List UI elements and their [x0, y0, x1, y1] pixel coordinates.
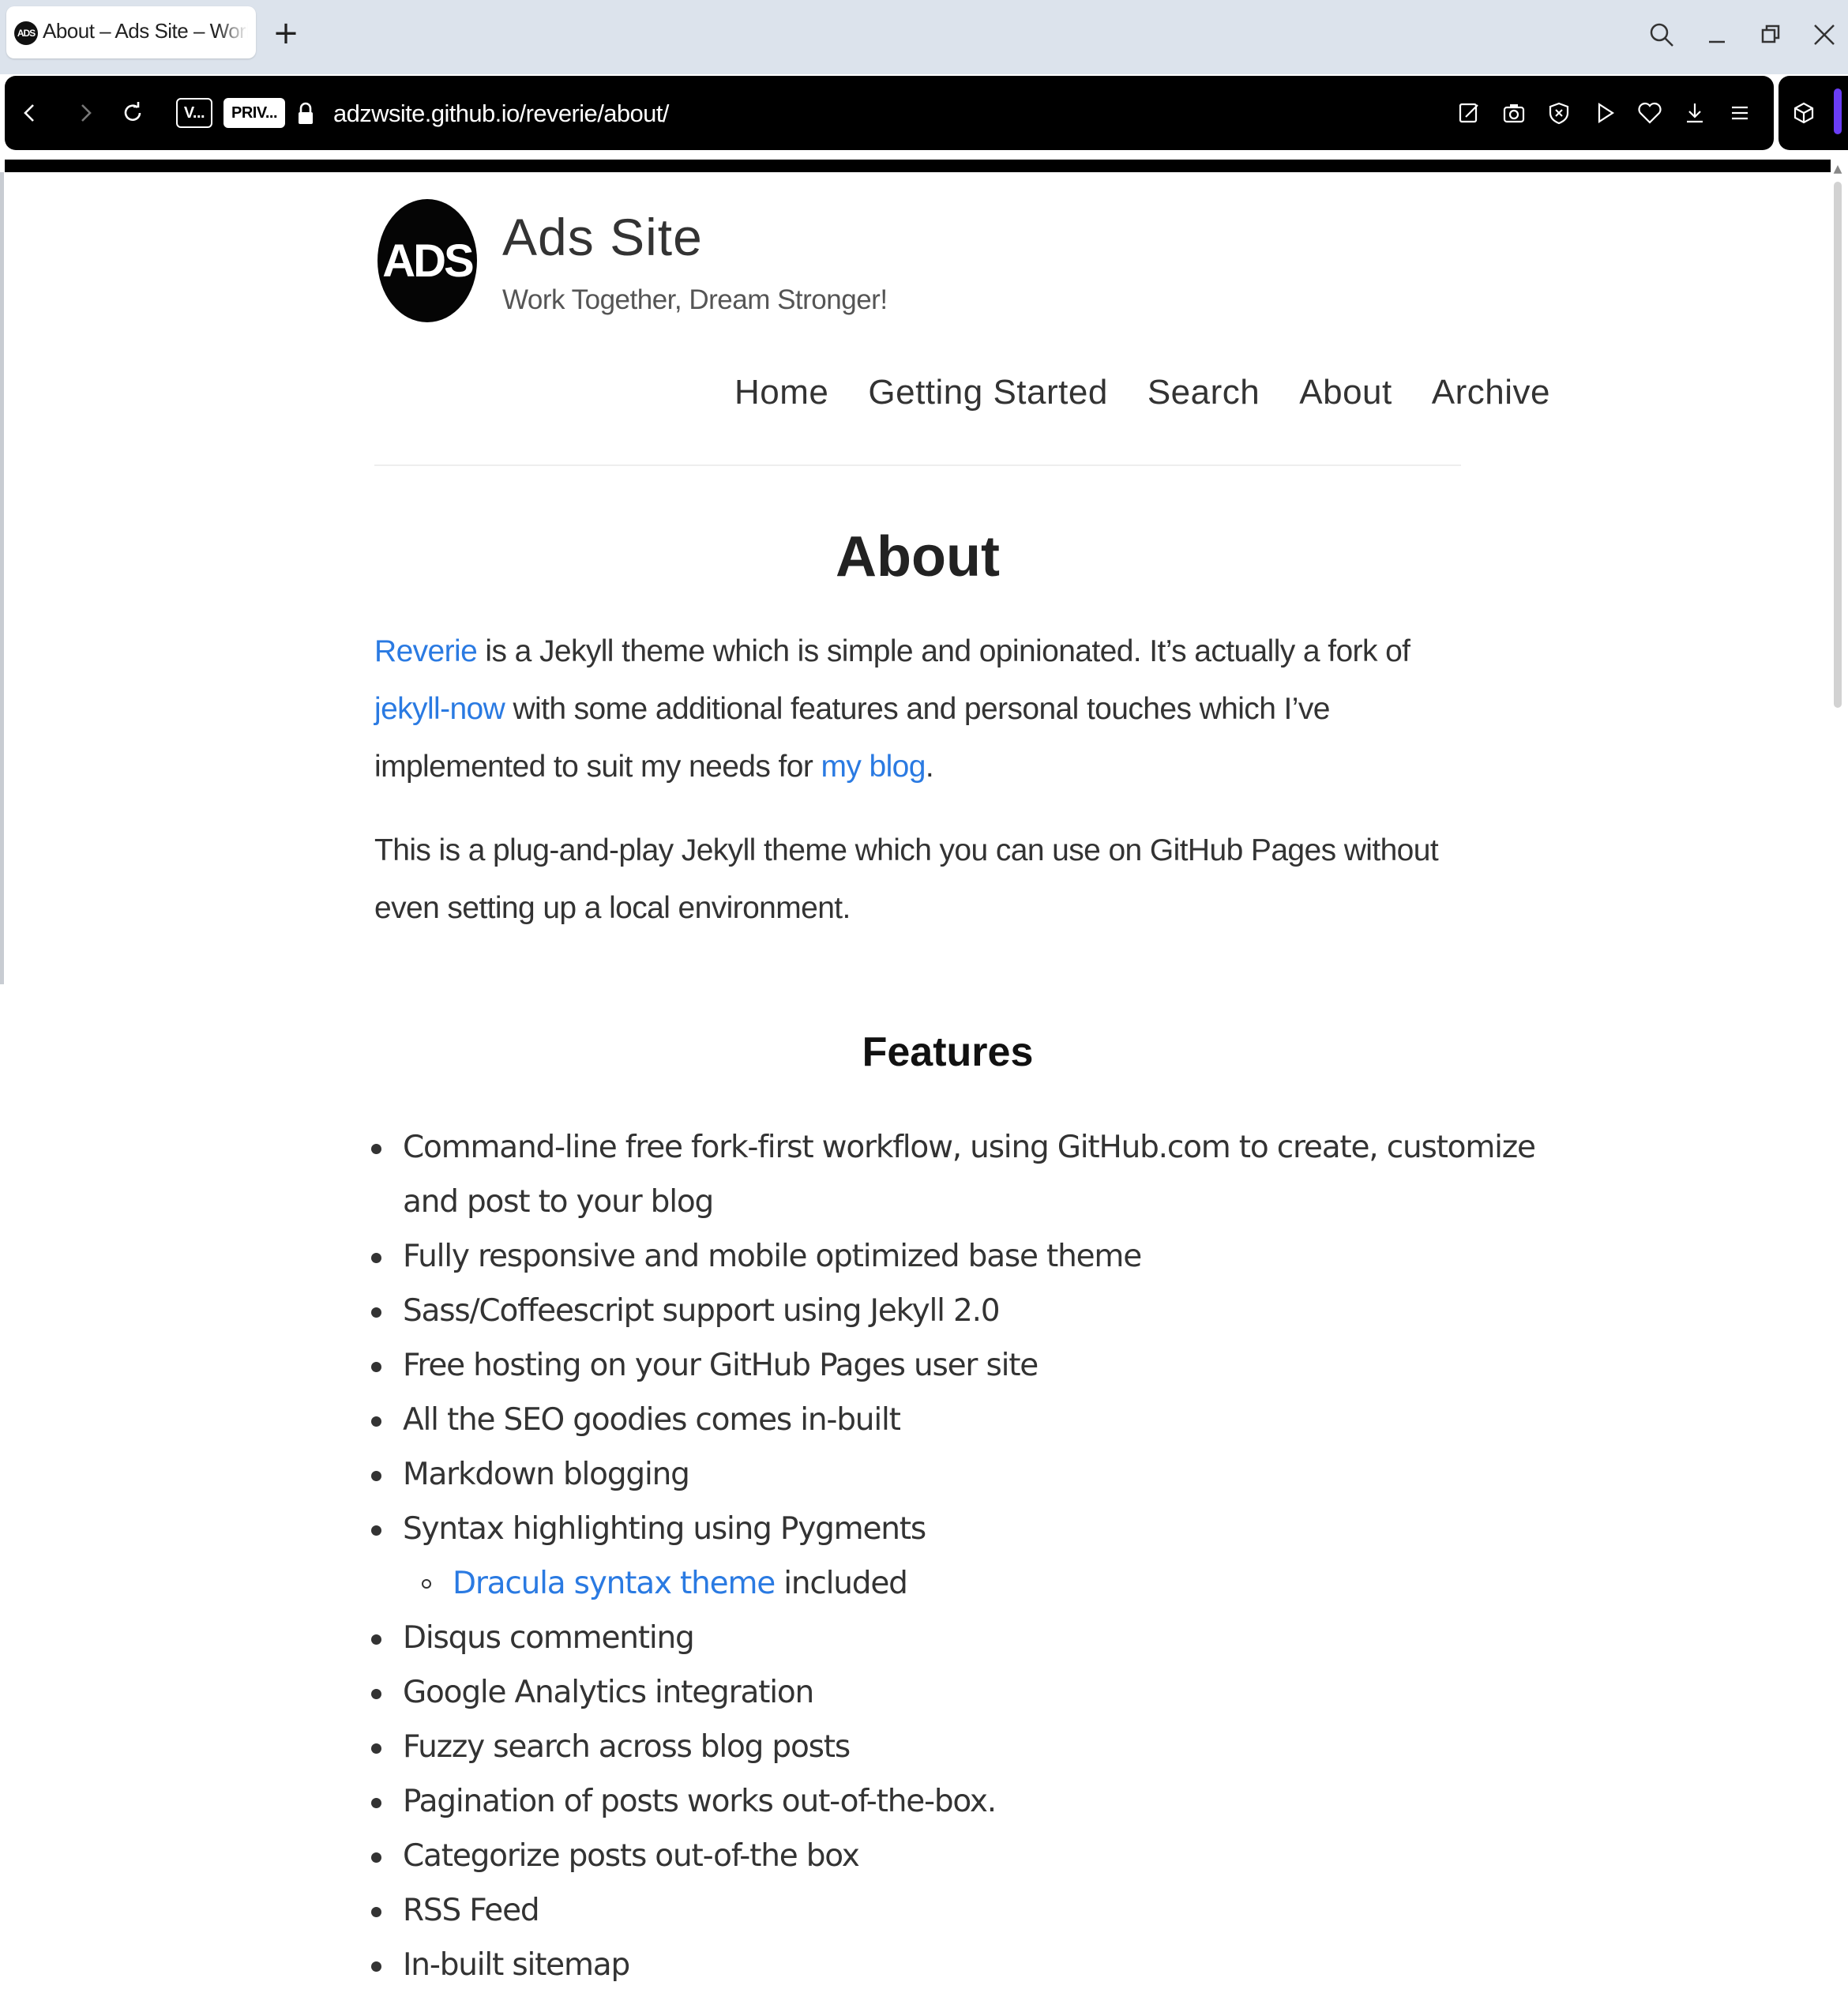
bullet-icon	[371, 1634, 381, 1645]
list-item: Free hosting on your GitHub Pages user s…	[371, 1338, 1572, 1393]
list-item: Fully responsive and mobile optimized ba…	[371, 1229, 1572, 1284]
plug-and-play-paragraph: This is a plug-and-play Jekyll theme whi…	[374, 833, 1439, 925]
feature-text: Free hosting on your GitHub Pages user s…	[403, 1348, 1039, 1383]
bullet-icon	[371, 1743, 381, 1754]
heart-icon[interactable]	[1628, 88, 1672, 137]
address-bar[interactable]: adzwsite.github.io/reverie/about/	[333, 98, 669, 130]
nav-link-archive[interactable]: Archive	[1432, 373, 1550, 425]
edit-icon[interactable]	[1447, 88, 1491, 137]
camera-icon[interactable]	[1492, 88, 1536, 137]
content-top-strip	[5, 160, 1831, 172]
back-icon[interactable]	[8, 88, 52, 137]
feature-text: Categorize posts out-of-the box	[403, 1838, 860, 1874]
list-item: RSS Feed	[371, 1883, 1572, 1938]
close-icon[interactable]	[1801, 11, 1848, 58]
nav-link-about[interactable]: About	[1299, 373, 1392, 425]
reload-icon[interactable]	[111, 88, 155, 137]
cube-icon[interactable]	[1782, 88, 1826, 137]
list-item: All the SEO goodies comes in-built	[371, 1393, 1572, 1447]
nav-link-search[interactable]: Search	[1147, 373, 1260, 425]
menu-icon[interactable]	[1718, 88, 1762, 137]
bullet-icon	[371, 1961, 381, 1972]
bullet-icon	[371, 1307, 381, 1318]
circle-bullet-icon	[422, 1579, 431, 1589]
list-item: Markdown blogging	[371, 1447, 1572, 1502]
dracula-theme-link[interactable]: Dracula syntax theme	[453, 1566, 776, 1601]
feature-text: Fully responsive and mobile optimized ba…	[403, 1239, 1142, 1274]
shield-icon[interactable]	[1537, 88, 1581, 137]
feature-text: In-built sitemap	[403, 1947, 630, 1983]
reverie-link[interactable]: Reverie	[374, 634, 478, 668]
bullet-icon	[371, 1362, 381, 1372]
list-item: Fuzzy search across blog posts	[371, 1720, 1572, 1774]
bullet-icon	[371, 1471, 381, 1481]
feature-text: Sass/Coffeescript support using Jekyll 2…	[403, 1293, 1001, 1329]
nav-link-getting-started[interactable]: Getting Started	[868, 373, 1107, 425]
main-nav: Home Getting Started Search About Archiv…	[734, 373, 1550, 425]
bullet-icon	[371, 1852, 381, 1863]
bullet-icon	[371, 1689, 381, 1699]
list-item: Google Analytics integration	[371, 1665, 1572, 1720]
features-list: Command-line free fork-first workflow, u…	[371, 1120, 1572, 1992]
list-item: Command-line free fork-first workflow, u…	[371, 1120, 1572, 1229]
bullet-icon	[371, 1907, 381, 1917]
forward-icon[interactable]	[63, 88, 107, 137]
tab-favicon: ADS	[14, 21, 38, 45]
bullet-icon	[371, 1416, 381, 1427]
my-blog-link[interactable]: my blog	[821, 750, 926, 784]
search-icon[interactable]	[1638, 11, 1685, 58]
feature-text: Markdown blogging	[403, 1457, 690, 1492]
features-heading: Features	[862, 1029, 1034, 1075]
download-icon[interactable]	[1673, 88, 1717, 137]
new-tab-button[interactable]: +	[270, 16, 302, 51]
bullet-icon	[371, 1798, 381, 1808]
scrollbar-thumb[interactable]	[1834, 182, 1842, 708]
feature-text: Command-line free fork-first workflow, u…	[403, 1130, 1536, 1220]
lock-icon[interactable]	[294, 98, 317, 130]
list-item: Pagination of posts works out-of-the-box…	[371, 1774, 1572, 1829]
feature-text: Syntax highlighting using Pygments	[403, 1511, 926, 1547]
list-item: Syntax highlighting using Pygments	[371, 1502, 1572, 1556]
jekyll-now-link[interactable]: jekyll-now	[374, 692, 505, 726]
feature-text: Disqus commenting	[403, 1620, 695, 1656]
tab-title[interactable]: About – Ads Site – Work Together, Dream …	[43, 19, 248, 47]
feature-text: Pagination of posts works out-of-the-box…	[403, 1784, 997, 1819]
restore-icon[interactable]	[1747, 11, 1794, 58]
list-item: Sass/Coffeescript support using Jekyll 2…	[371, 1284, 1572, 1338]
private-badge[interactable]: PRIV...	[223, 98, 285, 128]
feature-text: All the SEO goodies comes in-built	[403, 1402, 901, 1438]
extension-indicator	[1834, 88, 1842, 134]
site-title[interactable]: Ads Site	[502, 207, 703, 267]
vpn-badge[interactable]: V...	[176, 98, 212, 128]
feature-text: Google Analytics integration	[403, 1675, 814, 1710]
feature-text: Fuzzy search across blog posts	[403, 1729, 851, 1765]
sub-feature-text: included	[775, 1566, 908, 1601]
intro-paragraph: Reverie is a Jekyll theme which is simpl…	[374, 622, 1464, 795]
list-item: Disqus commenting	[371, 1611, 1572, 1665]
site-logo[interactable]: ADS	[377, 199, 477, 322]
intro-text-3: .	[925, 750, 934, 784]
sub-list-item: Dracula syntax theme included	[371, 1556, 1572, 1611]
header-divider	[374, 464, 1461, 466]
bullet-icon	[371, 1525, 381, 1536]
list-item: Categorize posts out-of-the box	[371, 1829, 1572, 1883]
page-title: About	[836, 525, 1000, 589]
list-item: In-built sitemap	[371, 1938, 1572, 1992]
bullet-icon	[371, 1144, 381, 1154]
play-icon[interactable]	[1583, 88, 1627, 137]
feature-text: RSS Feed	[403, 1893, 540, 1928]
site-tagline: Work Together, Dream Stronger!	[502, 284, 888, 315]
intro-text-1: is a Jekyll theme which is simple and op…	[477, 634, 1410, 668]
minimize-icon[interactable]	[1693, 11, 1741, 58]
scroll-up-arrow-icon[interactable]: ▲	[1831, 163, 1845, 175]
bullet-icon	[371, 1253, 381, 1263]
nav-link-home[interactable]: Home	[734, 373, 828, 425]
